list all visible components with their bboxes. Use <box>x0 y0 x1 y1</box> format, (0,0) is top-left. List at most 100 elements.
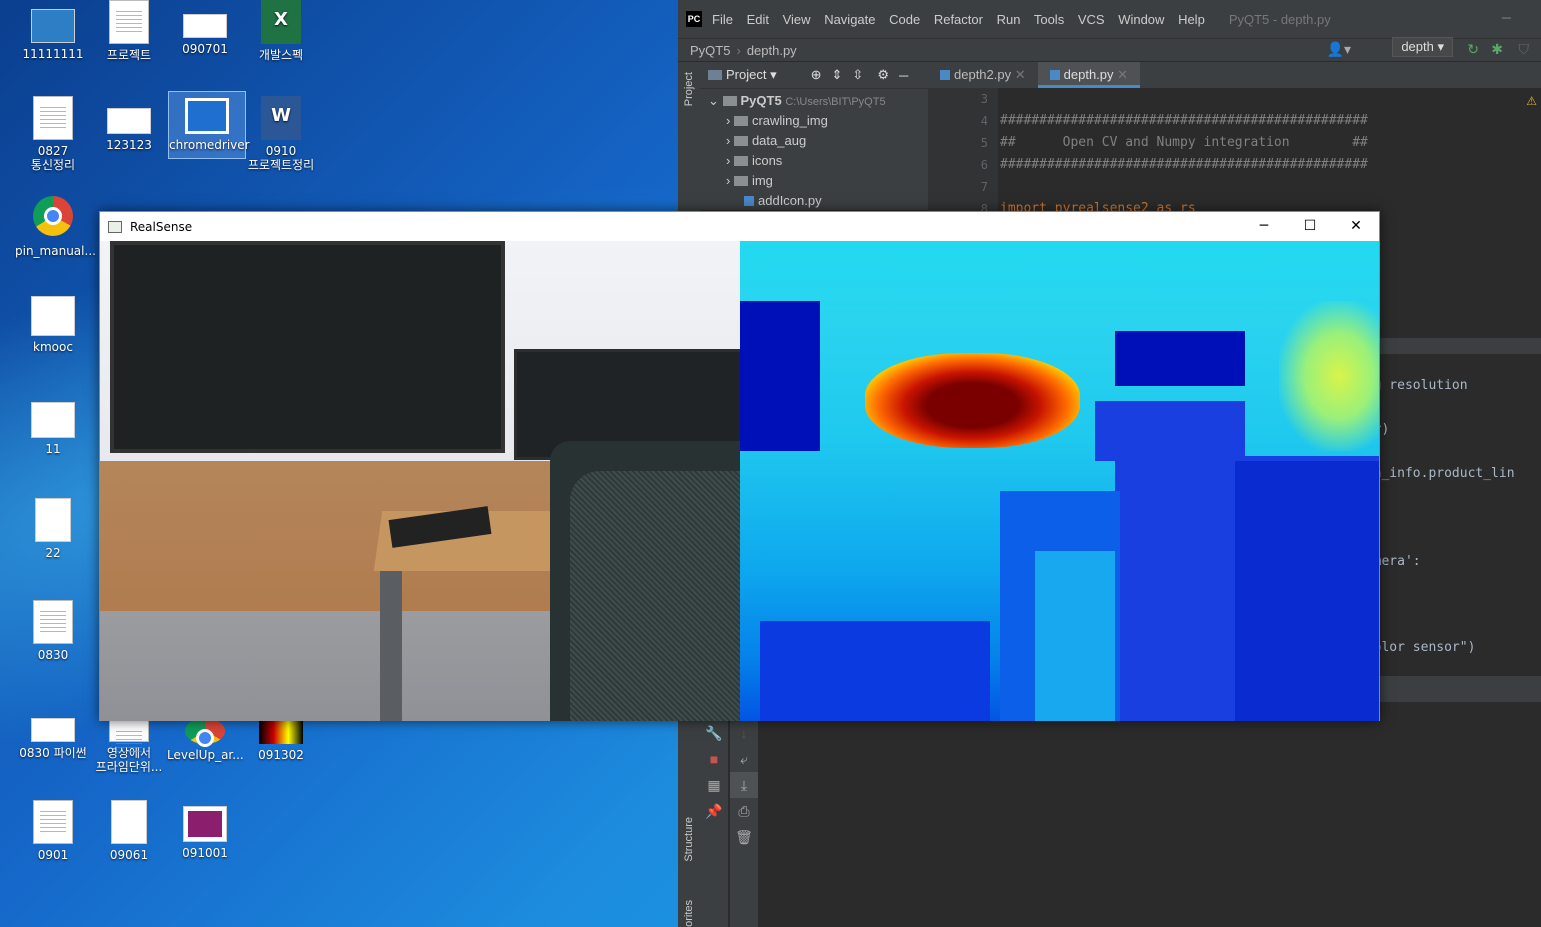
desktop-icon[interactable]: 0830 파이썬 <box>15 718 91 760</box>
menu-run[interactable]: Run <box>997 12 1021 27</box>
close-button[interactable]: ✕ <box>1333 212 1379 241</box>
desktop-icon[interactable]: 090701 <box>167 8 243 56</box>
desktop-icon[interactable]: 0901 <box>15 800 91 862</box>
minimize-icon[interactable]: ─ <box>1502 10 1511 25</box>
arrow-down-icon[interactable]: ↓ <box>730 720 758 746</box>
desktop-icon[interactable]: 09061 <box>91 800 167 862</box>
menu-vcs[interactable]: VCS <box>1078 12 1105 27</box>
tree-item[interactable]: › img <box>700 171 928 191</box>
desktop-icon[interactable]: 091302 <box>243 718 319 762</box>
tree-item-label: data_aug <box>751 133 807 148</box>
tree-item[interactable]: › icons <box>700 151 928 171</box>
desktop-icon[interactable]: 0827 통신정리 <box>15 96 91 172</box>
menu-file[interactable]: File <box>712 12 733 27</box>
project-tool-tab[interactable]: Project <box>683 72 695 106</box>
desktop-icon-label: 0901 <box>37 848 69 862</box>
trash-icon[interactable]: 🗑 <box>730 824 758 850</box>
menu-view[interactable]: View <box>783 12 811 27</box>
project-view-select[interactable]: Project ▾ <box>708 67 777 83</box>
menu-tools[interactable]: Tools <box>1034 12 1064 27</box>
breadcrumb-project[interactable]: PyQT5 <box>690 43 730 58</box>
realsense-titlebar[interactable]: RealSense <box>100 212 1379 241</box>
editor-tabs: depth2.py ✕ depth.py ✕ <box>928 62 1541 88</box>
chrome-icon <box>33 196 73 236</box>
soft-wrap-icon[interactable]: ⤶ <box>730 746 758 772</box>
close-icon[interactable]: ✕ <box>1117 67 1128 82</box>
desktop-icon[interactable]: 11 <box>15 402 91 456</box>
breadcrumb-file[interactable]: depth.py <box>747 43 797 58</box>
pin-icon[interactable]: 📌 <box>700 798 728 824</box>
gear-icon[interactable]: ⚙ <box>877 67 889 83</box>
expand-all-icon[interactable]: ⇕ <box>832 67 843 83</box>
close-icon[interactable]: ✕ <box>1015 67 1026 82</box>
collapse-all-icon[interactable]: ⇳ <box>852 67 863 83</box>
user-icon[interactable]: 👤▾ <box>1327 41 1351 58</box>
layout-icon[interactable]: ▦ <box>700 772 728 798</box>
desktop-icon-label: 090701 <box>182 42 228 56</box>
desktop-icon[interactable]: 22 <box>15 498 91 560</box>
depth-region <box>1035 551 1115 721</box>
code-line: ########################################… <box>1000 113 1368 128</box>
minimize-button[interactable]: ─ <box>1241 212 1287 241</box>
desktop-icon[interactable]: LevelUp_ar... <box>167 718 244 762</box>
desktop-icon[interactable]: X 개발스펙 <box>243 0 319 62</box>
tree-root[interactable]: ⌄ PyQT5 C:\Users\BIT\PyQT5 <box>700 91 928 111</box>
menu-refactor[interactable]: Refactor <box>934 12 983 27</box>
line-number: 5 <box>980 136 988 150</box>
wrench-icon[interactable]: 🔧 <box>700 720 728 746</box>
line-number: 3 <box>980 92 988 106</box>
project-tree: ⌄ PyQT5 C:\Users\BIT\PyQT5 › crawling_im… <box>700 89 928 211</box>
tree-item[interactable]: › data_aug <box>700 131 928 151</box>
project-icon <box>708 70 722 80</box>
desktop-icon[interactable]: kmooc <box>15 296 91 354</box>
desktop-icon-label: 11111111 <box>22 47 84 61</box>
project-panel-header: Project ▾ ⊕ ⇕ ⇳ ⚙ ─ <box>700 62 928 89</box>
desktop-icon-label: LevelUp_ar... <box>167 748 244 762</box>
desktop-icon[interactable]: 11111111 <box>15 5 91 61</box>
locate-icon[interactable]: ⊕ <box>811 67 822 83</box>
tab-depth2[interactable]: depth2.py ✕ <box>928 62 1038 88</box>
tab-depth[interactable]: depth.py ✕ <box>1037 62 1141 88</box>
desktop-icon-label: 091001 <box>182 846 228 860</box>
desktop-icon[interactable]: pin_manual... <box>15 196 96 258</box>
desktop-icon[interactable]: 123123 <box>91 108 167 152</box>
desktop-icon[interactable]: W 0910 프로젝트정리 <box>243 96 319 172</box>
hide-icon[interactable]: ─ <box>899 68 908 83</box>
rerun-icon[interactable]: ↻ <box>1467 41 1479 58</box>
tv-screen <box>110 241 505 453</box>
desktop-icon[interactable]: 0830 <box>15 600 91 662</box>
desktop-icon[interactable]: 091001 <box>167 806 243 860</box>
scroll-to-end-icon[interactable]: ⤓ <box>730 772 758 798</box>
run-config-select[interactable]: depth ▾ <box>1392 37 1453 57</box>
depth-region <box>1235 461 1379 721</box>
tree-item-label: icons <box>751 153 783 168</box>
line-number: 4 <box>980 114 988 128</box>
pycharm-logo-icon: PC <box>686 11 702 27</box>
warning-icon[interactable]: ⚠ <box>1526 94 1537 108</box>
print-icon[interactable]: ⎙ <box>730 798 758 824</box>
structure-tool-tab[interactable]: Structure <box>683 817 695 862</box>
debug-icon[interactable]: ✱ <box>1491 41 1503 58</box>
menu-window[interactable]: Window <box>1118 12 1164 27</box>
tree-item[interactable]: › crawling_img <box>700 111 928 131</box>
realsense-window: RealSense ─ ☐ ✕ <box>99 211 1380 721</box>
desktop-icon[interactable]: chromedriver <box>168 91 250 159</box>
tree-item-label: img <box>751 173 773 188</box>
menu-navigate[interactable]: Navigate <box>824 12 875 27</box>
stop-icon[interactable]: ■ <box>700 746 728 772</box>
menu-code[interactable]: Code <box>889 12 920 27</box>
folder-icon <box>733 116 748 126</box>
desktop-icon-label: 11 <box>45 442 61 456</box>
tree-item[interactable]: addIcon.py <box>700 191 928 211</box>
tree-item-label: crawling_img <box>751 113 828 128</box>
menu-help[interactable]: Help <box>1178 12 1205 27</box>
excel-icon: X <box>261 0 301 44</box>
coverage-icon[interactable]: ⛉ <box>1519 41 1530 58</box>
maximize-button[interactable]: ☐ <box>1287 212 1333 241</box>
window-title: PyQT5 - depth.py <box>1228 11 1331 27</box>
favorites-tool-tab[interactable]: orites <box>683 900 695 927</box>
desktop-icon[interactable]: 영상에서 프라임단위... <box>91 720 167 774</box>
desktop-icon[interactable]: 프로젝트 <box>91 0 167 62</box>
depth-region <box>1279 301 1379 451</box>
menu-edit[interactable]: Edit <box>747 12 769 27</box>
